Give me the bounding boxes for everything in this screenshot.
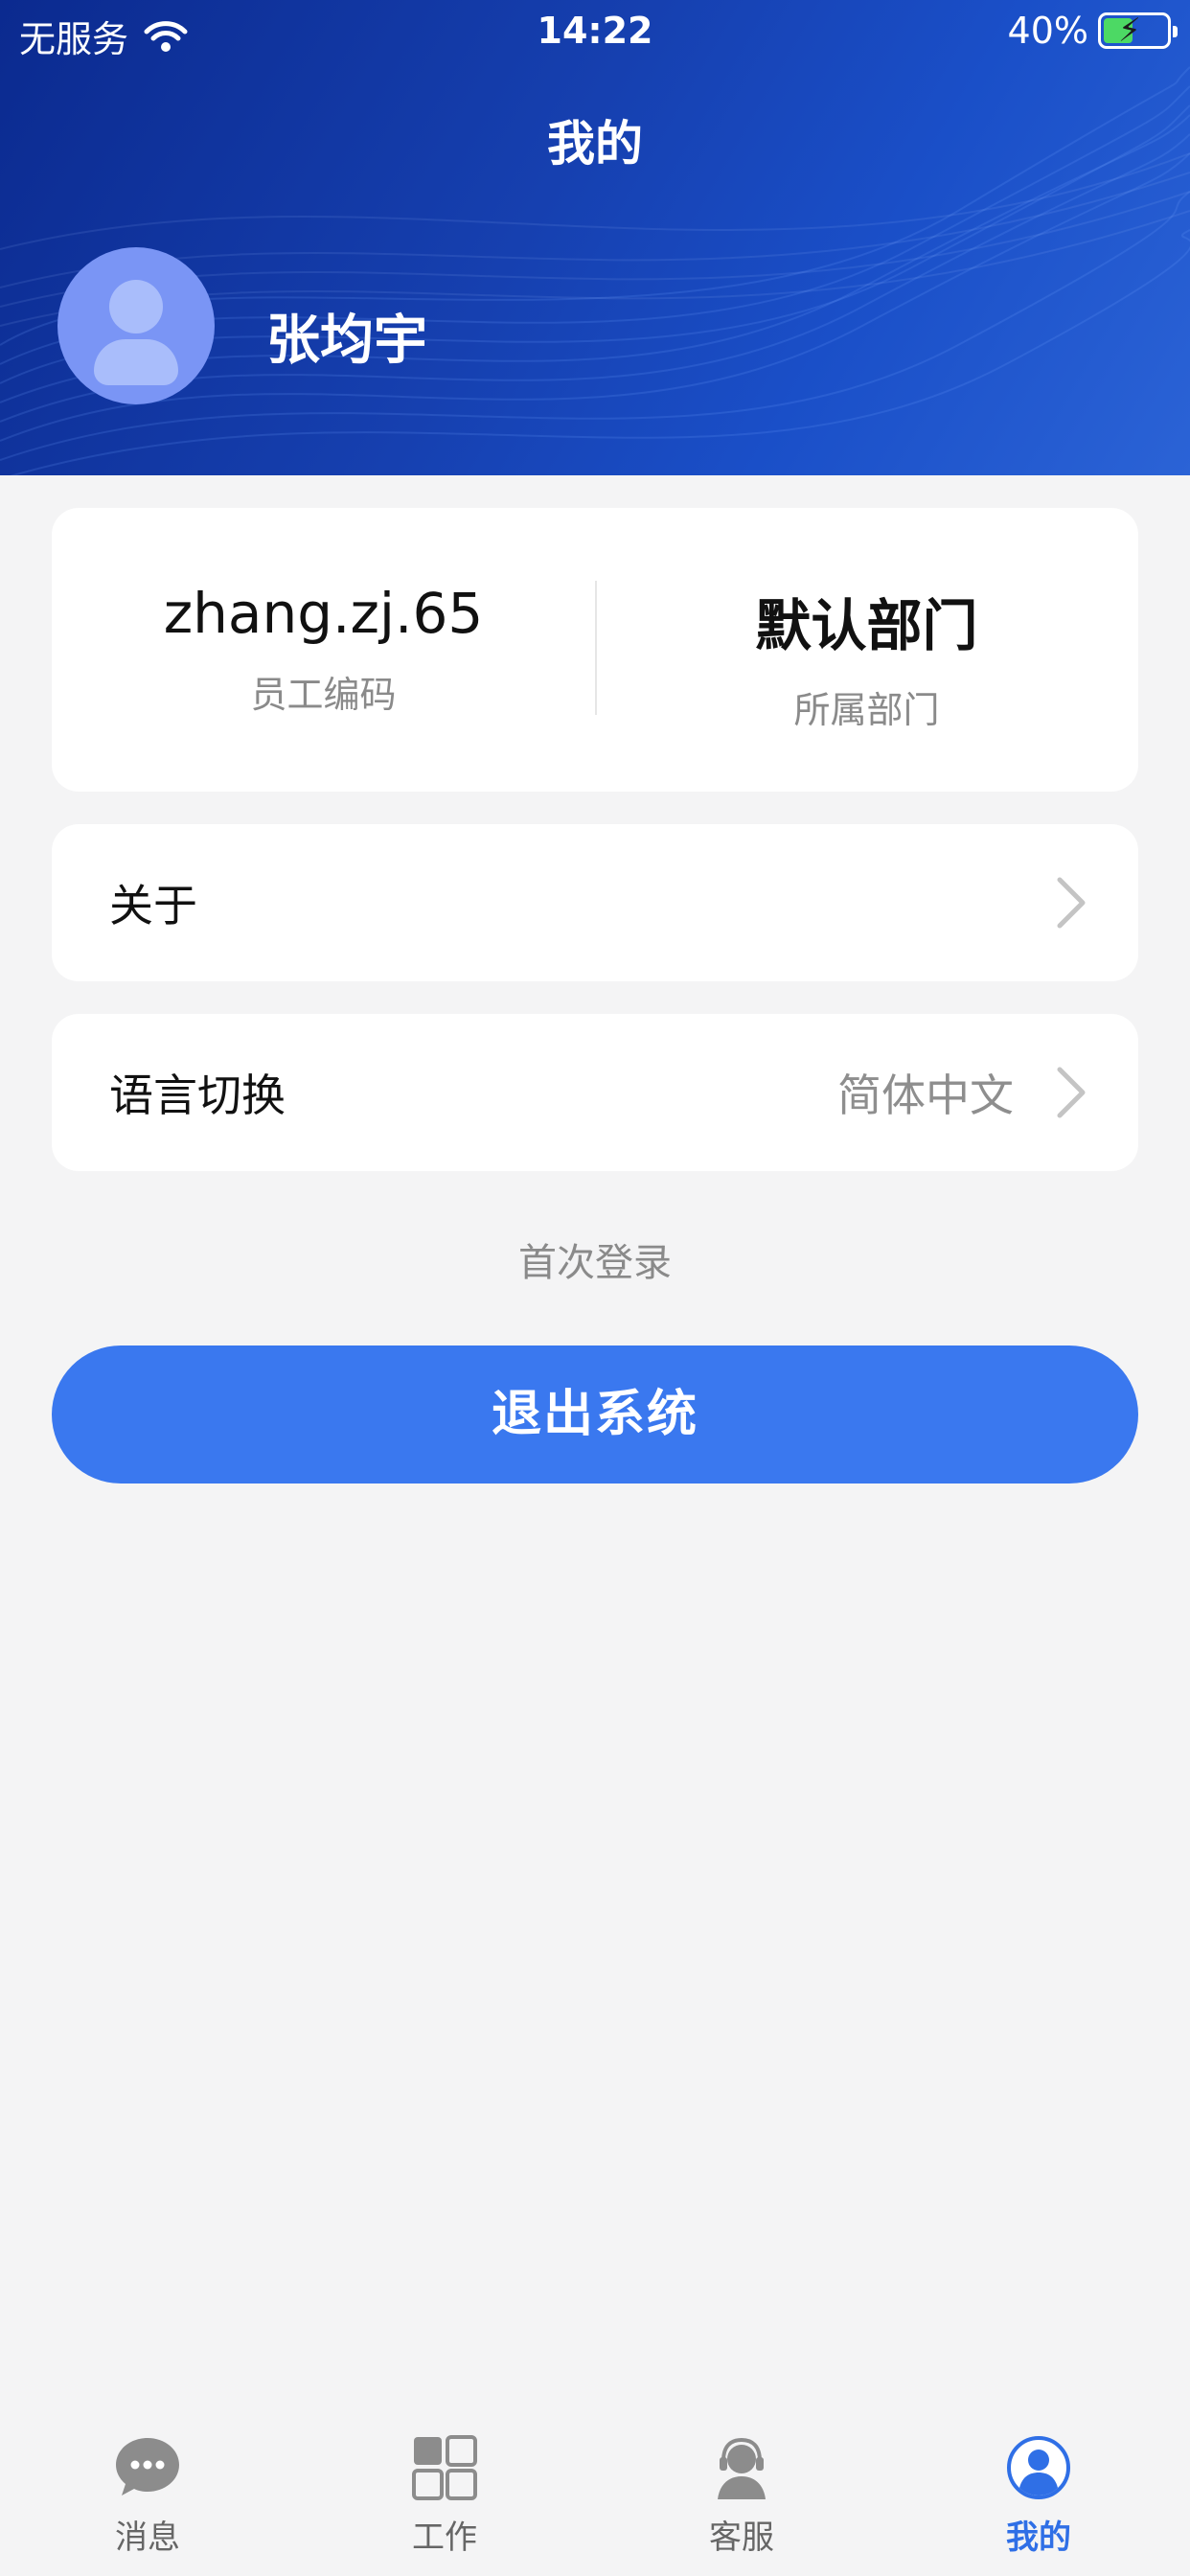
message-icon bbox=[116, 2438, 179, 2496]
charging-bolt-icon: ⚡ bbox=[1118, 12, 1141, 50]
tab-label: 客服 bbox=[709, 2518, 774, 2557]
header-wave-decoration bbox=[0, 66, 1190, 475]
language-value: 简体中文 bbox=[837, 1070, 1014, 1121]
tab-mine[interactable]: 我的 bbox=[943, 2434, 1134, 2558]
chevron-right-icon bbox=[1057, 1067, 1086, 1118]
tab-support[interactable]: 客服 bbox=[646, 2434, 837, 2558]
logout-button[interactable]: 退出系统 bbox=[52, 1346, 1138, 1484]
department-label: 所属部门 bbox=[793, 689, 940, 731]
page-title: 我的 bbox=[547, 116, 643, 172]
about-row[interactable]: 关于 bbox=[52, 824, 1138, 981]
tab-bar: 消息 工作 客服 我的 bbox=[0, 2415, 1190, 2576]
profile-info-card: zhang.zj.65 员工编码 默认部门 所属部门 bbox=[52, 508, 1138, 792]
chevron-right-icon bbox=[1057, 877, 1086, 929]
tab-label: 消息 bbox=[115, 2518, 180, 2557]
grid-icon bbox=[412, 2435, 477, 2500]
status-bar: 无服务 14:22 40% ⚡ bbox=[0, 0, 1190, 63]
support-icon bbox=[718, 2437, 766, 2499]
language-switch-row[interactable]: 语言切换 简体中文 bbox=[52, 1014, 1138, 1171]
battery-percent: 40% bbox=[1007, 10, 1088, 52]
username: 张均宇 bbox=[266, 310, 427, 372]
tab-work[interactable]: 工作 bbox=[349, 2434, 540, 2558]
tab-messages[interactable]: 消息 bbox=[52, 2434, 243, 2558]
profile-header: 无服务 14:22 40% ⚡ 我的 张均宇 bbox=[0, 0, 1190, 475]
first-login-text: 首次登录 bbox=[518, 1241, 672, 1285]
employee-code-section: zhang.zj.65 员工编码 bbox=[52, 508, 595, 792]
department-value: 默认部门 bbox=[755, 593, 978, 658]
user-icon bbox=[1007, 2436, 1070, 2499]
about-label: 关于 bbox=[109, 880, 197, 932]
employee-code-value: zhang.zj.65 bbox=[163, 581, 484, 646]
avatar[interactable] bbox=[57, 247, 215, 404]
department-section: 默认部门 所属部门 bbox=[595, 508, 1138, 792]
battery-icon: ⚡ bbox=[1098, 12, 1178, 50]
employee-code-label: 员工编码 bbox=[250, 674, 397, 716]
language-label: 语言切换 bbox=[109, 1070, 286, 1121]
tab-label: 我的 bbox=[1006, 2518, 1071, 2557]
tab-label: 工作 bbox=[412, 2518, 477, 2557]
